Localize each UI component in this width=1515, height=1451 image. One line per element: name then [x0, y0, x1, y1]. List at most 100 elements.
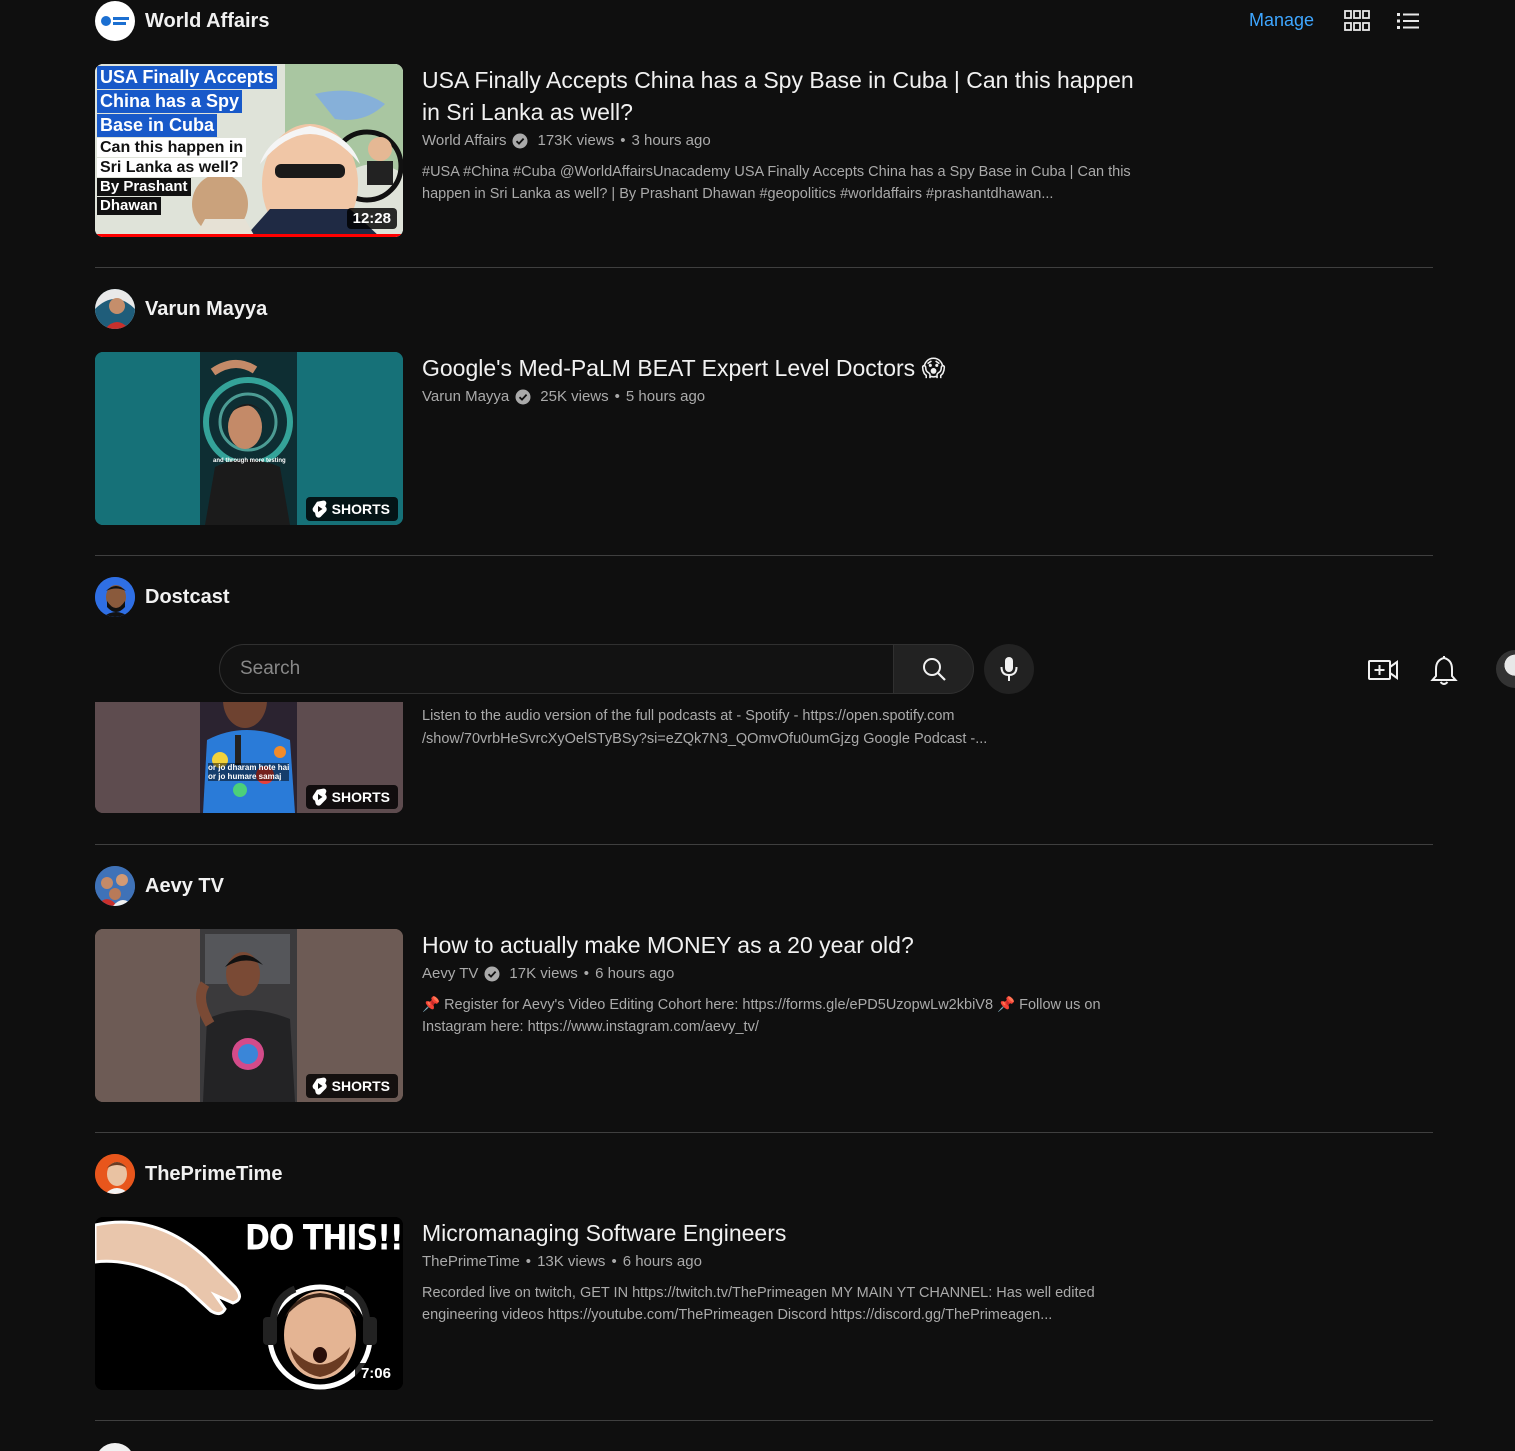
video-title[interactable]: Google's Med-PaLM BEAT Expert Level Doct…	[422, 352, 1152, 384]
channel-header[interactable]: Aevy TV	[95, 866, 224, 906]
feed-section-varun-mayya: Varun Mayya and through more testing SHO…	[95, 289, 1433, 556]
video-info: How to actually make MONEY as a 20 year …	[422, 929, 1152, 1038]
shorts-label: SHORTS	[331, 789, 390, 805]
section-divider	[95, 1132, 1433, 1133]
meta-channel[interactable]: Varun Mayya	[422, 388, 509, 405]
thumb-line: Base in Cuba	[97, 114, 218, 137]
video-title[interactable]: USA Finally Accepts China has a Spy Base…	[422, 64, 1152, 128]
video-meta: Aevy TV 17K views • 6 hours ago	[422, 965, 1152, 982]
verified-check-icon	[512, 133, 528, 148]
video-meta: World Affairs 173K views • 3 hours ago	[422, 132, 1152, 149]
meta-separator: •	[525, 1253, 532, 1270]
caption-line: or jo humare samaj	[208, 772, 290, 781]
channel-avatar[interactable]	[95, 1, 135, 41]
duration-badge: 12:28	[346, 208, 397, 229]
channel-header[interactable]: Varun Mayya	[95, 289, 267, 329]
shorts-badge: SHORTS	[305, 785, 398, 809]
channel-avatar[interactable]	[95, 289, 135, 329]
section-divider	[95, 844, 1433, 845]
channel-avatar[interactable]	[95, 1443, 135, 1451]
thumb-line: China has a Spy	[97, 90, 243, 113]
thumbnail-overlay-text: USA Finally Accepts China has a Spy Base…	[97, 66, 277, 215]
view-count: 25K views	[540, 388, 609, 405]
search-icon	[922, 658, 946, 681]
video-title[interactable]: How to actually make MONEY as a 20 year …	[422, 929, 1152, 961]
channel-name[interactable]: Dostcast	[145, 586, 229, 609]
thumb-line: Sri Lanka as well?	[97, 158, 242, 177]
video-thumbnail[interactable]: USA Finally Accepts China has a Spy Base…	[95, 64, 403, 237]
shorts-label: SHORTS	[331, 1078, 390, 1094]
channel-avatar[interactable]	[95, 1154, 135, 1194]
channel-name[interactable]: Varun Mayya	[145, 298, 267, 321]
person-avatar-icon	[95, 577, 135, 617]
caption-line: or jo dharam hote hai	[208, 763, 290, 772]
video-info: Micromanaging Software Engineers ThePrim…	[422, 1217, 1152, 1326]
meta-channel[interactable]: World Affairs	[422, 132, 506, 149]
meta-separator: •	[611, 1253, 617, 1270]
thumbnail-caption: and through more testing	[213, 458, 286, 464]
view-count: 13K views	[537, 1253, 606, 1270]
video-title[interactable]: Micromanaging Software Engineers	[422, 1217, 1152, 1249]
thumb-line: USA Finally Accepts	[97, 66, 277, 89]
world-affairs-logo-icon	[101, 16, 129, 26]
video-description: #USA #China #Cuba @WorldAffairsUnacademy…	[422, 164, 1131, 202]
channel-header[interactable]: Dostcast	[95, 577, 229, 617]
thumb-line: By Prashant	[97, 178, 191, 196]
shorts-badge: SHORTS	[305, 1074, 398, 1098]
video-description: Listen to the audio version of the full …	[422, 708, 988, 747]
thumbnail-caption: or jo dharam hote hai or jo humare samaj	[208, 763, 290, 781]
channel-name[interactable]: ThePrimeTime	[145, 1163, 282, 1186]
view-count: 17K views	[509, 965, 578, 982]
section-divider	[95, 1420, 1433, 1421]
shorts-badge: SHORTS	[305, 497, 398, 521]
view-count: 173K views	[537, 132, 615, 149]
create-video-icon[interactable]	[1366, 653, 1400, 687]
channel-header[interactable]: ThePrimeTime	[95, 1154, 282, 1194]
upload-age: 5 hours ago	[625, 388, 706, 405]
channel-header[interactable]: World Affairs	[95, 1, 269, 41]
meta-channel[interactable]: ThePrimeTime	[422, 1253, 520, 1270]
thumb-line: Can this happen in	[97, 138, 247, 157]
meta-channel[interactable]: Aevy TV	[422, 965, 478, 982]
video-thumbnail[interactable]: DO THIS!! 7:06	[95, 1217, 403, 1390]
feed-section-dostcast: Dostcast or jo dharam hote hai or jo hum…	[95, 577, 1433, 845]
shorts-icon	[312, 1077, 327, 1095]
feed-section-theprimetime: ThePrimeTime DO THIS!! 7:06 Micromanagin…	[95, 1154, 1433, 1422]
search-input[interactable]	[240, 658, 895, 680]
feed-section-aevy-tv: Aevy TV SHORTS How to actually make MONE…	[95, 866, 1433, 1133]
video-description: 📌 Register for Aevy's Video Editing Coho…	[422, 997, 1101, 1035]
video-info: Listen to the audio version of the full …	[422, 705, 1152, 751]
upload-age: 6 hours ago	[595, 965, 675, 982]
microphone-icon	[1000, 657, 1018, 681]
verified-check-icon	[515, 389, 531, 404]
duration-badge: 7:06	[354, 1363, 397, 1384]
group-avatar-icon	[95, 866, 135, 906]
section-divider	[95, 555, 1433, 556]
channel-name[interactable]: World Affairs	[145, 10, 269, 33]
video-info: Google's Med-PaLM BEAT Expert Level Doct…	[422, 352, 1152, 405]
video-thumbnail[interactable]: and through more testing SHORTS	[95, 352, 403, 525]
video-description: Recorded live on twitch, GET IN https://…	[422, 1285, 1095, 1323]
upload-age: 6 hours ago	[622, 1253, 702, 1270]
person-avatar-icon	[95, 289, 135, 329]
video-thumbnail[interactable]: SHORTS	[95, 929, 403, 1102]
person-avatar-icon	[95, 1154, 135, 1194]
notifications-bell-icon[interactable]	[1428, 653, 1460, 687]
thumb-line: Dhawan	[97, 197, 161, 215]
search-button[interactable]	[893, 644, 974, 694]
upload-age: 3 hours ago	[631, 132, 711, 149]
channel-name[interactable]: Aevy TV	[145, 875, 224, 898]
voice-search-button[interactable]	[984, 644, 1034, 694]
shorts-icon	[312, 788, 327, 806]
shorts-icon	[312, 500, 327, 518]
channel-avatar[interactable]	[95, 866, 135, 906]
meta-separator: •	[583, 965, 590, 982]
meta-separator: •	[620, 132, 626, 149]
channel-avatar[interactable]	[95, 577, 135, 617]
video-info: USA Finally Accepts China has a Spy Base…	[422, 64, 1152, 205]
search-box[interactable]	[219, 644, 895, 694]
section-divider	[95, 267, 1433, 268]
video-meta: ThePrimeTime • 13K views • 6 hours ago	[422, 1253, 1152, 1270]
meta-separator: •	[614, 388, 620, 405]
account-avatar[interactable]	[1496, 650, 1515, 688]
